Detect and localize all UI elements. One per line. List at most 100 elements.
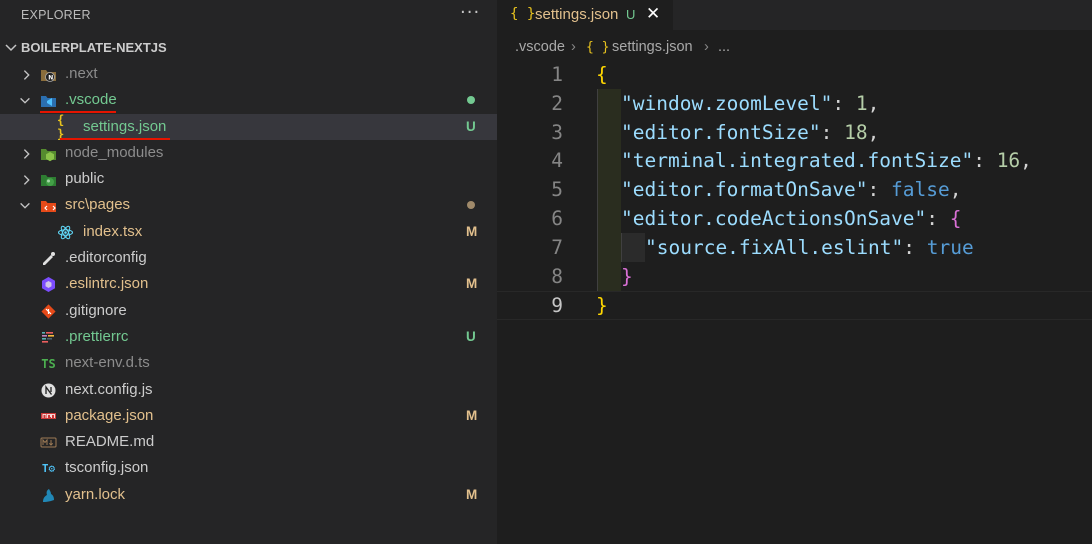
line-number: 4 <box>551 149 563 173</box>
tree-item-readme[interactable]: README.md <box>0 429 497 455</box>
tab-git-status: U <box>626 7 636 22</box>
breadcrumb-item-more[interactable]: ... <box>718 39 730 55</box>
tree-item-label: .editorconfig <box>65 249 147 267</box>
tree-item-next-config[interactable]: next.config.js <box>0 377 497 403</box>
eslint-icon <box>40 276 57 293</box>
tree-item-label: package.json <box>65 406 154 424</box>
tree-item-label: index.tsx <box>83 222 143 240</box>
tree-item-node-modules-folder[interactable]: node_modules <box>0 140 497 166</box>
explorer-header: EXPLORER ··· <box>0 0 497 30</box>
tree-item-package-json[interactable]: package.json M <box>0 403 497 429</box>
code-text: { <box>596 63 608 86</box>
breadcrumb: .vscode › { } settings.json › ... <box>497 37 1092 59</box>
tree-item-tsconfig[interactable]: T⚙ tsconfig.json <box>0 455 497 481</box>
code-editor[interactable]: 1 { 2 "window.zoomLevel": 1, 3 "editor.f… <box>497 61 1092 544</box>
npm-icon <box>40 408 57 425</box>
tree-item-public-folder[interactable]: public <box>0 166 497 192</box>
json-braces-icon: { } <box>510 6 536 22</box>
chevron-right-icon <box>23 149 30 159</box>
project-name: BOILERPLATE-NEXTJS <box>21 40 167 55</box>
code-line-current: 9 } <box>497 291 1092 321</box>
untracked-dot <box>467 96 475 105</box>
modified-dot <box>467 201 475 210</box>
tree-item-label: .vscode <box>65 91 117 109</box>
project-folder-header[interactable]: BOILERPLATE-NEXTJS <box>0 36 497 60</box>
tab-settings-json[interactable]: { } settings.json U ✕ <box>497 0 673 30</box>
tree-item-yarn-lock[interactable]: yarn.lock M <box>0 482 497 508</box>
tree-item-prettierrc[interactable]: .prettierrc U <box>0 324 497 350</box>
tree-item-label: README.md <box>65 433 155 451</box>
code-text: "editor.fontSize": 18, <box>621 120 880 144</box>
code-text: "editor.codeActionsOnSave": { <box>621 207 962 230</box>
tree-item-label: next-env.d.ts <box>65 354 150 372</box>
tree-item-label: public <box>65 170 105 188</box>
tree-item-src-pages-folder[interactable]: src\pages <box>0 192 497 218</box>
tree-item-gitignore[interactable]: .gitignore <box>0 298 497 324</box>
tree-item-label: .prettierrc <box>65 327 129 345</box>
code-line: 3 "editor.fontSize": 18, <box>497 119 1092 148</box>
close-icon[interactable]: ✕ <box>646 4 660 24</box>
more-actions-icon[interactable]: ··· <box>460 2 480 23</box>
tree-item-label: next.config.js <box>65 380 153 398</box>
git-icon <box>40 303 57 320</box>
line-number: 3 <box>551 120 563 144</box>
tab-label: settings.json <box>535 6 619 23</box>
nextjs-icon <box>40 382 57 399</box>
code-line: 6 "editor.codeActionsOnSave": { <box>497 205 1092 234</box>
node-modules-folder-icon <box>40 145 57 162</box>
chevron-right-icon: › <box>571 39 576 55</box>
tree-item-label: .eslintrc.json <box>65 275 149 293</box>
chevron-down-icon <box>5 44 17 52</box>
code-text: "terminal.integrated.fontSize": 16, <box>621 149 1032 173</box>
src-folder-icon <box>40 197 57 214</box>
tree-item-vscode-folder[interactable]: .vscode <box>0 87 497 114</box>
line-number: 6 <box>551 207 563 230</box>
tree-item-label: src\pages <box>65 196 131 214</box>
explorer-sidebar: EXPLORER ··· BOILERPLATE-NEXTJS N .next … <box>0 0 497 544</box>
editor-tab-bar: { } settings.json U ✕ <box>497 0 1092 30</box>
nextjs-folder-icon: N <box>40 66 57 83</box>
breadcrumb-item-settings-json[interactable]: settings.json <box>612 39 693 55</box>
chevron-down-icon <box>20 203 30 210</box>
tree-item-label: node_modules <box>65 143 164 161</box>
json-braces-icon: { } <box>57 113 65 142</box>
code-text: } <box>596 294 608 318</box>
code-line: 8 } <box>497 263 1092 292</box>
explorer-title: EXPLORER <box>21 8 91 22</box>
chevron-right-icon: › <box>704 39 709 55</box>
line-number: 9 <box>551 294 563 318</box>
tree-item-index-tsx[interactable]: index.tsx M <box>0 219 497 245</box>
yarn-icon <box>40 487 57 504</box>
code-text: "editor.formatOnSave": false, <box>621 178 962 202</box>
react-icon <box>57 224 74 241</box>
tree-item-settings-json[interactable]: { } settings.json U <box>0 113 497 142</box>
editorconfig-icon <box>40 250 57 267</box>
git-status-badge: M <box>466 223 478 239</box>
code-text: } <box>621 264 633 288</box>
line-number: 5 <box>551 178 563 202</box>
markdown-icon <box>40 434 57 451</box>
public-folder-icon <box>40 171 57 188</box>
git-status-badge: U <box>466 328 476 344</box>
tree-item-label: tsconfig.json <box>65 459 149 477</box>
chevron-right-icon <box>23 70 30 80</box>
code-text: "window.zoomLevel": 1, <box>621 91 880 115</box>
tree-item-label: .gitignore <box>65 301 127 319</box>
code-line: 7 "source.fixAll.eslint": true <box>497 234 1092 263</box>
line-number: 2 <box>551 91 563 115</box>
tree-item-label: settings.json <box>83 117 167 135</box>
code-line: 2 "window.zoomLevel": 1, <box>497 90 1092 119</box>
typescript-icon: TS <box>41 356 56 371</box>
tree-item-next-folder[interactable]: N .next <box>0 61 497 87</box>
tree-item-next-env[interactable]: TS next-env.d.ts <box>0 350 497 376</box>
tsconfig-icon: T⚙ <box>41 462 56 476</box>
line-number: 7 <box>551 235 563 259</box>
tree-item-editorconfig[interactable]: .editorconfig <box>0 245 497 271</box>
breadcrumb-item-vscode[interactable]: .vscode <box>515 39 565 55</box>
vscode-folder-icon <box>40 92 57 109</box>
chevron-right-icon <box>23 175 30 186</box>
file-tree: N .next .vscode { } settings.json U node… <box>0 61 497 508</box>
code-line: 1 { <box>497 61 1092 90</box>
tree-item-eslintrc[interactable]: .eslintrc.json M <box>0 271 497 297</box>
code-line: 4 "terminal.integrated.fontSize": 16, <box>497 147 1092 176</box>
